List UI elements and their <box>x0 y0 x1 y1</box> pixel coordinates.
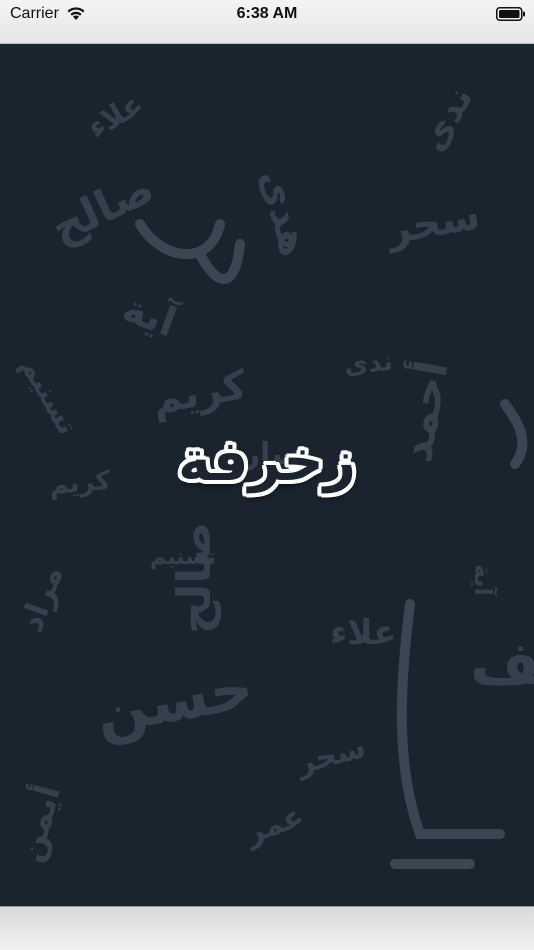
pattern-word: سحر <box>382 192 484 254</box>
pattern-word: ندى <box>412 80 481 159</box>
bottom-bar <box>0 906 534 950</box>
pattern-word: ندى <box>343 347 394 381</box>
pattern-word: صالح <box>43 162 162 254</box>
splash-screen: علاء صالح سحر آية تسنيم ندى كريم أحمد سارة عمر مرا… <box>0 44 534 906</box>
pattern-word: علاء <box>330 613 396 653</box>
pattern-word: مراد <box>12 561 71 637</box>
app-logo: زخرفة <box>177 429 357 494</box>
pattern-word: كريم <box>149 362 251 424</box>
pattern-word: علاء <box>82 86 150 146</box>
pattern-word: تسنيم <box>14 351 84 440</box>
pattern-word: صالح <box>167 522 221 634</box>
battery-icon <box>496 6 526 22</box>
pattern-word: تسنيم <box>150 545 216 570</box>
pattern-word: حسن <box>90 652 258 748</box>
app-screen: Carrier 6:38 AM علاء صالح سحر آية تسنيم ندى كر… <box>0 0 534 950</box>
status-bar: Carrier 6:38 AM <box>0 0 534 44</box>
status-time: 6:38 AM <box>236 5 298 22</box>
logo-container: زخرفة <box>0 430 534 494</box>
pattern-word: آية <box>469 564 498 597</box>
pattern-word: عمر <box>239 798 309 852</box>
pattern-word: آية <box>117 282 185 347</box>
pattern-word: سحر <box>291 730 369 782</box>
pattern-word: هدى <box>250 165 317 261</box>
pattern-word: أيمن <box>7 780 69 866</box>
pattern-word: يوسف <box>470 629 534 699</box>
